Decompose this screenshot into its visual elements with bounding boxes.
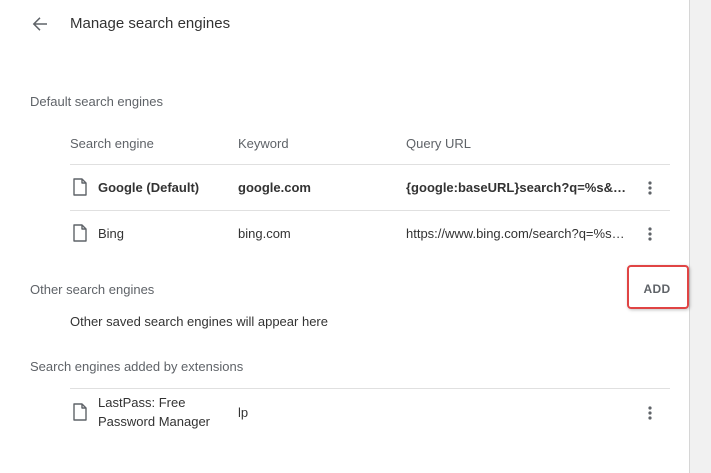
engine-row-google: Google (Default) google.com {google:base… bbox=[0, 165, 690, 211]
page-title: Manage search engines bbox=[70, 15, 231, 32]
extension-engines-heading: Search engines added by extensions bbox=[30, 359, 244, 374]
column-header-engine: Search engine bbox=[70, 136, 154, 151]
engine-url: {google:baseURL}search?q=%s&{google:RLZ} bbox=[406, 180, 630, 195]
engine-name: Bing bbox=[98, 226, 125, 241]
more-vert-icon bbox=[648, 181, 652, 195]
add-button[interactable]: ADD bbox=[634, 275, 680, 303]
default-engines-heading: Default search engines bbox=[30, 94, 163, 109]
settings-panel: Manage search engines Default search eng… bbox=[0, 0, 690, 473]
document-icon bbox=[73, 178, 87, 196]
engine-name: Google (Default) bbox=[98, 180, 200, 195]
back-button[interactable] bbox=[26, 10, 54, 38]
empty-state-note: Other saved search engines will appear h… bbox=[70, 314, 328, 329]
more-vert-icon bbox=[648, 227, 652, 241]
column-header-keyword: Keyword bbox=[238, 136, 289, 151]
other-engines-heading: Other search engines bbox=[30, 282, 155, 297]
engine-row-bing: Bing bing.com https://www.bing.com/searc… bbox=[0, 211, 690, 257]
document-icon bbox=[73, 224, 87, 242]
engine-name-line: LastPass: Free bbox=[98, 395, 186, 410]
more-actions-button[interactable] bbox=[640, 222, 660, 246]
engine-keyword: bing.com bbox=[238, 226, 291, 241]
more-actions-button[interactable] bbox=[640, 401, 660, 425]
more-actions-button[interactable] bbox=[640, 176, 660, 200]
column-header-url: Query URL bbox=[406, 136, 472, 151]
engine-name: LastPass: Free Password Manager bbox=[98, 393, 228, 431]
engine-name-line: Password Manager bbox=[98, 414, 210, 429]
arrow-back-icon bbox=[32, 17, 47, 31]
page-header: Manage search engines bbox=[0, 0, 690, 48]
document-icon bbox=[73, 403, 87, 421]
engine-row-lastpass: LastPass: Free Password Manager lp bbox=[0, 389, 690, 439]
engine-url: https://www.bing.com/search?q=%s&PC=U316… bbox=[406, 226, 630, 241]
engine-keyword: google.com bbox=[238, 180, 311, 195]
engine-keyword: lp bbox=[238, 405, 249, 420]
more-vert-icon bbox=[648, 406, 652, 420]
